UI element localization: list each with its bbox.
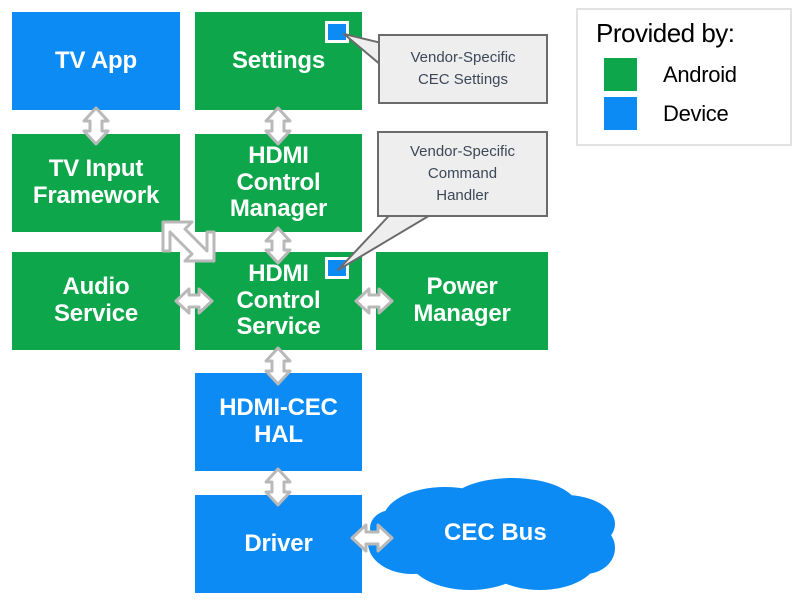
callout-text: Vendor-Specific Command Handler	[409, 143, 516, 204]
callout-vendor-specific-command-handler: Vendor-Specific Command Handler	[377, 131, 548, 217]
callout-vendor-specific-cec-settings: Vendor-Specific CEC Settings	[378, 34, 548, 104]
callout-text: Vendor-Specific CEC Settings	[410, 49, 516, 88]
architecture-diagram: CEC Bus TV App Settings TV Input Framewo…	[0, 0, 800, 603]
